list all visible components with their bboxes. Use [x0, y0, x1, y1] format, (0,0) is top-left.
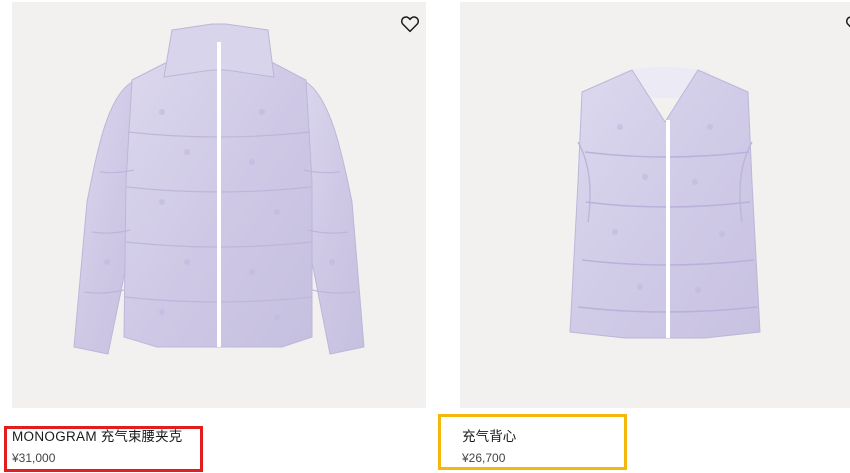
product-image-panel[interactable]	[460, 2, 850, 408]
product-image-panel[interactable]	[12, 2, 426, 408]
highlight-box-red	[4, 426, 203, 472]
puffer-vest-image	[569, 67, 761, 339]
wishlist-heart-icon[interactable]	[844, 13, 850, 35]
puffer-jacket-image	[73, 23, 365, 355]
product-grid: MONOGRAM 充气束腰夹克 ¥31,000 充气背心 ¥26,700	[0, 0, 850, 473]
highlight-box-yellow	[438, 414, 627, 470]
wishlist-heart-icon[interactable]	[399, 13, 421, 35]
